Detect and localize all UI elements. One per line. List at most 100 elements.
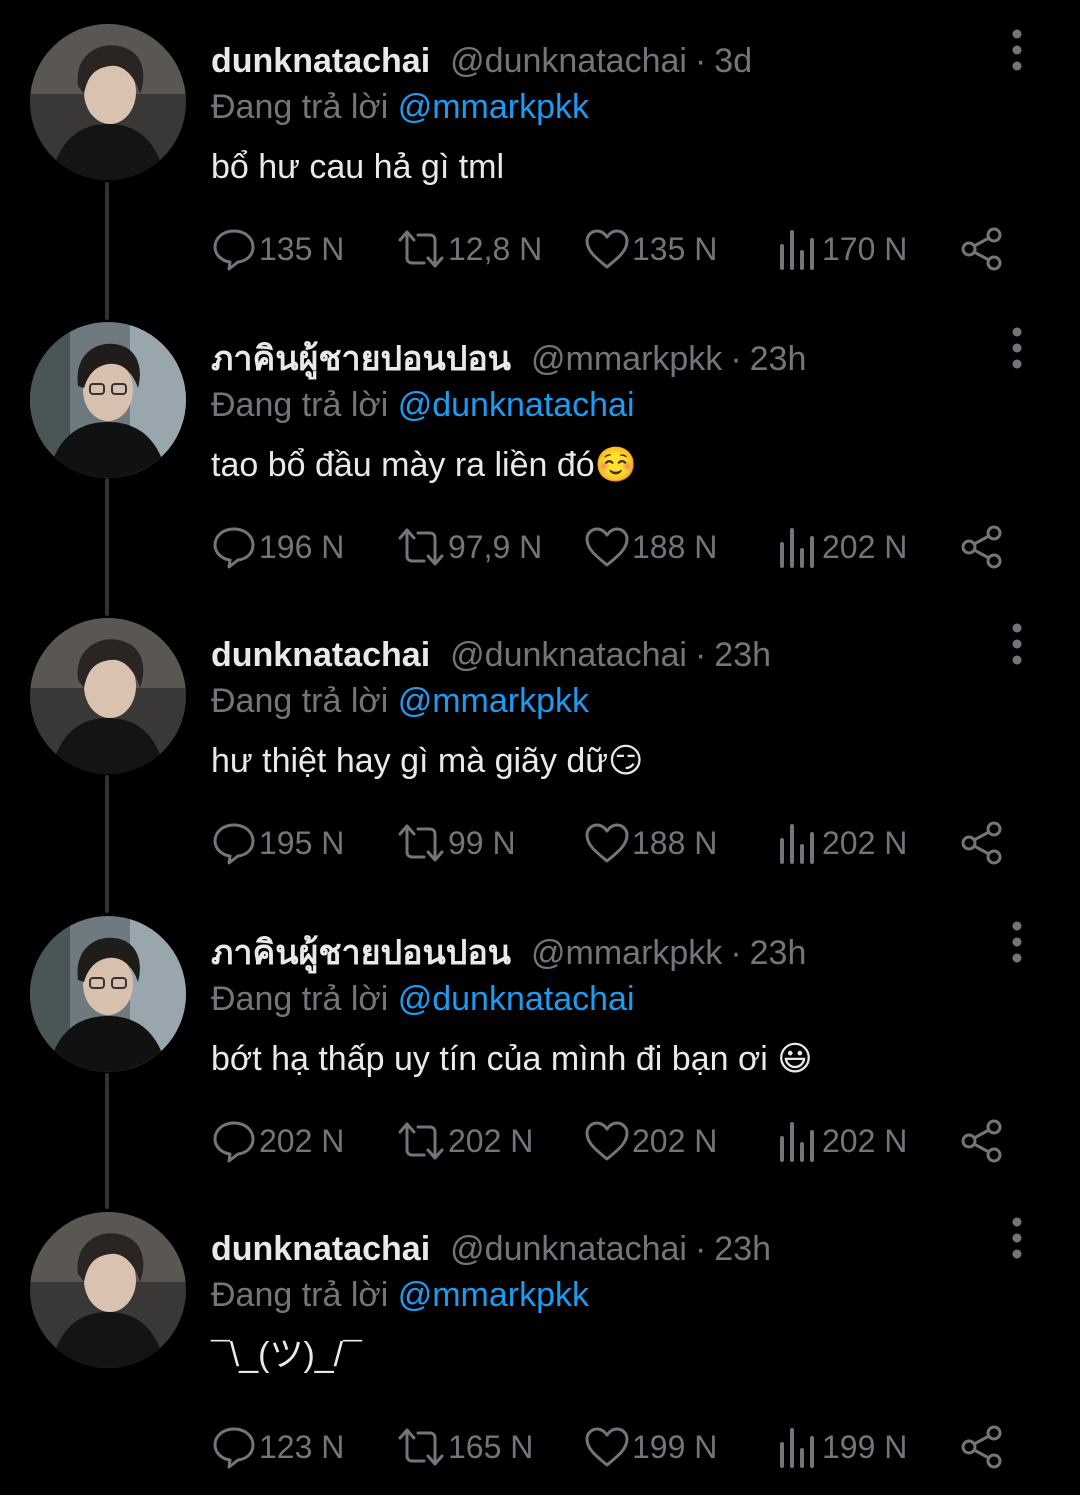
like-button[interactable]: 199 N [584, 1417, 717, 1477]
heart-icon [585, 1121, 629, 1161]
share-icon [961, 1119, 1002, 1163]
view-count: 202 N [822, 824, 908, 861]
more-options-icon[interactable] [1004, 28, 1030, 72]
avatar[interactable] [30, 322, 186, 478]
tweet[interactable]: dunknatachai @dunknatachai · 3d Đang trả… [0, 24, 1080, 294]
share-button[interactable] [959, 1111, 1005, 1171]
more-options-icon[interactable] [1004, 920, 1030, 964]
retweet-button[interactable]: 12,8 N [396, 219, 542, 279]
tweet-text: ¯\_(ツ)_/¯ [211, 1336, 362, 1374]
speech-bubble-icon [213, 1121, 255, 1163]
share-button[interactable] [959, 813, 1005, 873]
replying-to-handle[interactable]: @dunknatachai [398, 980, 635, 1018]
tweet-text: hư thiệt hay gì mà giãy dữ😏 [211, 742, 644, 780]
avatar[interactable] [30, 618, 186, 774]
share-button[interactable] [959, 1417, 1005, 1477]
bar-chart-icon [780, 1122, 814, 1162]
retweet-count: 165 N [448, 1428, 534, 1465]
like-count: 199 N [632, 1428, 718, 1465]
display-name[interactable]: ภาคินผู้ชายปอนปอน [211, 928, 511, 978]
bar-chart-icon [780, 1428, 814, 1468]
views-button[interactable]: 202 N [776, 813, 907, 873]
replying-to-handle[interactable]: @mmarkpkk [398, 682, 589, 720]
reply-button[interactable]: 123 N [211, 1417, 344, 1477]
display-name[interactable]: dunknatachai [211, 36, 430, 86]
replying-to-label: Đang trả lời [211, 88, 389, 126]
tweet-text: tao bổ đầu mày ra liền đó☺️ [211, 446, 638, 484]
views-button[interactable]: 202 N [776, 1111, 907, 1171]
replying-to: Đang trả lời @dunknatachai [211, 974, 635, 1024]
tweet-header: ภาคินผู้ชายปอนปอน @mmarkpkk · 23h [211, 928, 806, 978]
replying-to-label: Đang trả lời [211, 682, 389, 720]
share-icon [961, 227, 1002, 271]
share-icon [961, 525, 1002, 569]
reply-button[interactable]: 202 N [211, 1111, 344, 1171]
user-handle[interactable]: @dunknatachai [450, 630, 687, 680]
tweet-header: dunknatachai @dunknatachai · 23h [211, 630, 771, 680]
like-count: 188 N [632, 824, 718, 861]
replying-to: Đang trả lời @mmarkpkk [211, 676, 589, 726]
user-handle[interactable]: @mmarkpkk [531, 334, 722, 384]
retweet-icon [398, 824, 444, 862]
avatar[interactable] [30, 1212, 186, 1368]
timestamp[interactable]: 23h [714, 630, 771, 680]
heart-icon [585, 1427, 629, 1467]
tweet[interactable]: ภาคินผู้ชายปอนปอน @mmarkpkk · 23h Đang t… [0, 916, 1080, 1186]
reply-button[interactable]: 135 N [211, 219, 344, 279]
more-options-icon[interactable] [1004, 326, 1030, 370]
replying-to-label: Đang trả lời [211, 1276, 389, 1314]
bar-chart-icon [780, 824, 814, 864]
user-handle[interactable]: @mmarkpkk [531, 928, 722, 978]
tweet[interactable]: ภาคินผู้ชายปอนปอน @mmarkpkk · 23h Đang t… [0, 322, 1080, 592]
tweet[interactable]: dunknatachai @dunknatachai · 23h Đang tr… [0, 1212, 1080, 1482]
retweet-button[interactable]: 97,9 N [396, 517, 542, 577]
like-button[interactable]: 188 N [584, 517, 717, 577]
display-name[interactable]: ภาคินผู้ชายปอนปอน [211, 334, 511, 384]
replying-to-label: Đang trả lời [211, 386, 389, 424]
share-button[interactable] [959, 517, 1005, 577]
share-button[interactable] [959, 219, 1005, 279]
view-count: 202 N [822, 1122, 908, 1159]
views-button[interactable]: 199 N [776, 1417, 907, 1477]
retweet-icon [398, 1122, 444, 1160]
retweet-button[interactable]: 202 N [396, 1111, 533, 1171]
timestamp[interactable]: 23h [750, 334, 807, 384]
tweet-text: bổ hư cau hả gì tml [211, 148, 505, 186]
display-name[interactable]: dunknatachai [211, 630, 430, 680]
reply-button[interactable]: 196 N [211, 517, 344, 577]
replying-to-label: Đang trả lời [211, 980, 389, 1018]
tweet-header: ภาคินผู้ชายปอนปอน @mmarkpkk · 23h [211, 334, 806, 384]
retweet-button[interactable]: 99 N [396, 813, 516, 873]
like-button[interactable]: 188 N [584, 813, 717, 873]
tweet[interactable]: dunknatachai @dunknatachai · 23h Đang tr… [0, 618, 1080, 888]
like-count: 188 N [632, 528, 718, 565]
more-options-icon[interactable] [1004, 1216, 1030, 1260]
retweet-button[interactable]: 165 N [396, 1417, 533, 1477]
tweet-actions: 123 N 165 N 199 N 199 N [211, 1417, 1011, 1477]
timestamp[interactable]: 23h [750, 928, 807, 978]
views-button[interactable]: 202 N [776, 517, 907, 577]
like-count: 135 N [632, 230, 718, 267]
share-icon [961, 821, 1002, 865]
timestamp[interactable]: 23h [714, 1224, 771, 1274]
retweet-count: 12,8 N [448, 230, 543, 267]
more-options-icon[interactable] [1004, 622, 1030, 666]
reply-button[interactable]: 195 N [211, 813, 344, 873]
tweet-header: dunknatachai @dunknatachai · 23h [211, 1224, 771, 1274]
replying-to-handle[interactable]: @mmarkpkk [398, 88, 589, 126]
replying-to: Đang trả lời @mmarkpkk [211, 1270, 589, 1320]
bar-chart-icon [780, 528, 814, 568]
display-name[interactable]: dunknatachai [211, 1224, 430, 1274]
timestamp[interactable]: 3d [714, 36, 752, 86]
views-button[interactable]: 170 N [776, 219, 907, 279]
user-handle[interactable]: @dunknatachai [450, 1224, 687, 1274]
avatar[interactable] [30, 916, 186, 1072]
like-button[interactable]: 202 N [584, 1111, 717, 1171]
heart-icon [585, 527, 629, 567]
replying-to-handle[interactable]: @dunknatachai [398, 386, 635, 424]
avatar[interactable] [30, 24, 186, 180]
like-button[interactable]: 135 N [584, 219, 717, 279]
tweet-actions: 196 N 97,9 N 188 N 202 N [211, 517, 1011, 577]
replying-to-handle[interactable]: @mmarkpkk [398, 1276, 589, 1314]
user-handle[interactable]: @dunknatachai [450, 36, 687, 86]
